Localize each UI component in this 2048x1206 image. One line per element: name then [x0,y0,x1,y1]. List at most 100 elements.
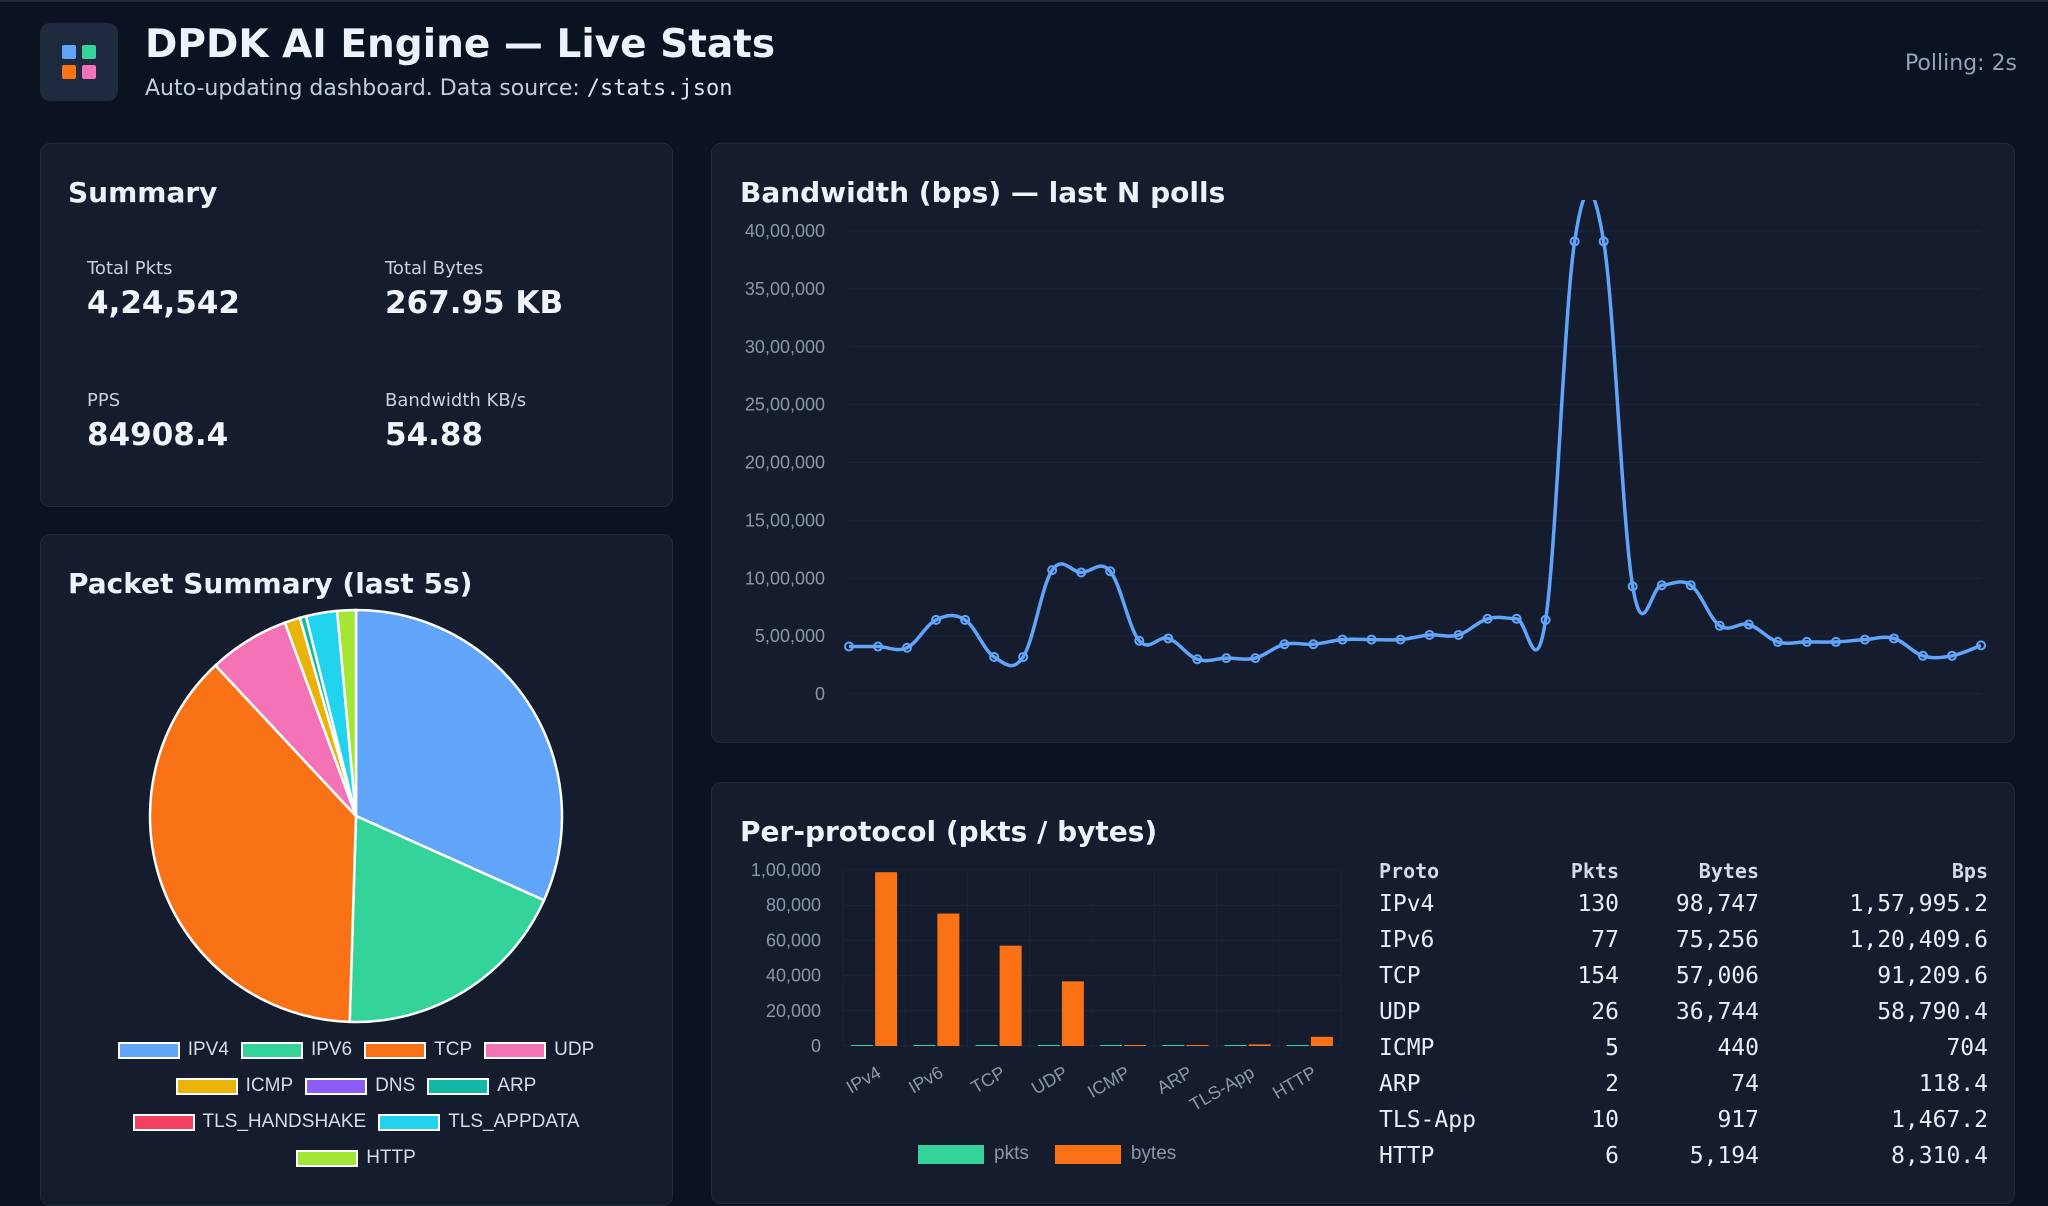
cell-bytes: 74 [1731,1071,1759,1097]
legend-label: UDP [554,1039,595,1060]
x-tick-label: ICMP [1084,1062,1133,1102]
legend-swatch [132,1113,195,1131]
cell-proto: UDP [1379,999,1421,1025]
bar-bytes[interactable] [999,945,1022,1046]
col-header-bytes: Bytes [1698,859,1759,883]
col-header-pkts: Pkts [1570,859,1619,883]
y-tick-label: 40,00,000 [745,221,825,241]
legend-label[interactable]: bytes [1131,1143,1176,1165]
legend-label: ARP [497,1075,537,1096]
table-row: ARP 2 74 118.4 [1379,1066,1988,1102]
bandwidth-line-chart: 0 5,00,000 10,00,000 15,00,000 20,00,000 25,0… [745,200,1986,704]
cell-bps: 118.4 [1918,1071,1988,1097]
bar-pkts[interactable] [913,1045,936,1046]
legend-item[interactable]: ARP [427,1075,536,1097]
x-tick-label: UDP [1028,1062,1071,1098]
bar-pkts[interactable] [1224,1045,1247,1046]
bar-bytes[interactable] [1310,1036,1333,1046]
bar-bytes[interactable] [1061,981,1084,1046]
cell-proto: TCP [1379,963,1421,989]
legend-item[interactable]: TLS_APPDATA [378,1111,579,1133]
cell-bytes: 440 [1717,1035,1759,1061]
legend-swatch [484,1041,547,1059]
legend-item[interactable]: IPV6 [240,1039,352,1061]
y-tick-label: 10,00,000 [745,568,825,588]
legend-row: TLS_HANDSHAKE TLS_APPDATA [40,1104,672,1140]
packet-pie-chart [148,608,564,1024]
col-header-proto: Proto [1379,859,1440,883]
cell-bytes: 917 [1717,1107,1759,1133]
y-tick-label: 15,00,000 [745,510,825,530]
bar-pkts[interactable] [1100,1045,1123,1046]
bar-pkts[interactable] [975,1045,998,1046]
pps-value: 84908.4 [87,417,229,453]
table-row: IPv4 130 98,747 1,57,995.2 [1379,886,1988,922]
subtitle-text: Auto-updating dashboard. Data source: [145,76,580,101]
bar-bytes[interactable] [875,872,898,1046]
y-tick-label: 20,00,000 [745,453,825,473]
per-protocol-title: Per-protocol (pkts / bytes) [740,815,1158,848]
bar-pkts[interactable] [1162,1045,1185,1046]
legend-swatch [364,1041,427,1059]
cell-bps: 1,57,995.2 [1849,891,1988,917]
table-row: TCP 154 57,006 91,209.6 [1379,958,1988,994]
legend-label[interactable]: pkts [994,1143,1029,1165]
legend-label: ICMP [245,1075,294,1096]
x-tick-label: IPv4 [843,1062,884,1097]
y-tick-label: 40,000 [766,966,821,986]
bar-pkts[interactable] [1286,1045,1309,1046]
cell-proto: HTTP [1379,1143,1435,1169]
cell-pkts: 154 [1577,963,1619,989]
y-tick-label: 0 [811,1036,821,1056]
protocol-table-header: Proto Pkts Bytes Bps [1379,856,1988,886]
cell-bytes: 57,006 [1675,963,1759,989]
pps-label: PPS [87,390,121,411]
cell-pkts: 77 [1591,927,1619,953]
app-logo [40,23,118,101]
bar-bytes[interactable] [1186,1045,1209,1046]
bar-bytes[interactable] [1124,1045,1147,1046]
legend-item[interactable]: DNS [305,1075,415,1097]
total-pkts-label: Total Pkts [87,258,173,279]
logo-square [82,65,96,79]
legend-label: TCP [434,1039,473,1060]
bar-bytes[interactable] [1248,1044,1271,1046]
y-tick-label: 35,00,000 [745,279,825,299]
x-tick-label: ARP [1153,1062,1195,1098]
total-bytes-value: 267.95 KB [385,285,564,321]
y-tick-label: 60,000 [766,930,821,950]
y-tick-label: 30,00,000 [745,337,825,357]
legend-item[interactable]: TCP [364,1039,472,1061]
cell-bytes: 5,194 [1689,1143,1759,1169]
cell-pkts: 2 [1605,1071,1619,1097]
cell-bps: 8,310.4 [1891,1143,1988,1169]
legend-item[interactable]: HTTP [296,1147,416,1169]
legend-item[interactable]: TLS_HANDSHAKE [132,1111,366,1133]
summary-title: Summary [68,176,218,209]
legend-item[interactable]: IPV4 [117,1039,229,1061]
x-tick-label: IPv6 [905,1062,946,1097]
bar-pkts[interactable] [1037,1045,1060,1046]
legend-label: DNS [375,1075,416,1096]
data-source-path: /stats.json [586,76,733,101]
y-tick-label: 1,00,000 [751,860,821,880]
legend-item[interactable]: UDP [484,1039,594,1061]
cell-bytes: 98,747 [1675,891,1759,917]
bar-bytes[interactable] [937,913,960,1046]
header: DPDK AI Engine — Live Stats Auto-updatin… [0,0,2048,122]
legend-swatch [296,1149,359,1167]
table-row: TLS-App 10 917 1,467.2 [1379,1102,1988,1138]
table-row: UDP 26 36,744 58,790.4 [1379,994,1988,1030]
legend-swatch [427,1077,490,1095]
y-tick-label: 25,00,000 [745,395,825,415]
cell-proto: IPv6 [1379,927,1435,953]
legend-item[interactable]: ICMP [175,1075,294,1097]
pie-legend: IPV4 IPV6 TCP UDP ICMP DNS ARP TLS_HANDSHAKE TLS… [40,1032,672,1176]
y-tick-label: 20,000 [766,1001,821,1021]
cell-pkts: 26 [1591,999,1619,1025]
x-tick-label: HTTP [1269,1062,1320,1103]
legend-row: HTTP [40,1140,672,1176]
legend-swatch [175,1077,238,1095]
bar-pkts[interactable] [851,1045,874,1046]
table-row: HTTP 6 5,194 8,310.4 [1379,1138,1988,1174]
